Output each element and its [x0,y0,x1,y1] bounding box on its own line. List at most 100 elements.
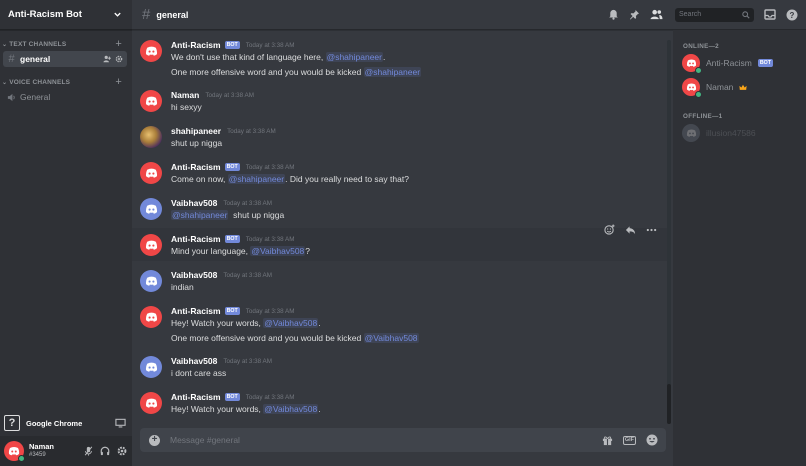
category-label: VOICE CHANNELS [9,78,71,86]
channel-general[interactable]: # general [3,51,127,67]
discord-logo-icon [145,46,157,56]
pin-icon[interactable] [629,9,640,20]
message-input[interactable]: Message #general [170,435,602,445]
avatar[interactable] [140,392,162,414]
gear-icon[interactable] [115,55,123,63]
message: Anti-Racism BOT Today at 3:38 AM Come on n… [132,159,667,189]
bot-badge: BOT [224,393,240,401]
user-mention[interactable]: @shahipaneer [325,52,383,62]
message-author[interactable]: Anti-Racism [171,40,221,50]
gif-button[interactable]: GIF [622,435,636,445]
emoji-icon[interactable] [646,434,658,446]
discord-logo-icon [8,447,20,456]
avatar[interactable] [140,270,162,292]
add-channel-icon[interactable]: + [115,77,122,88]
discord-logo-icon [145,96,157,106]
text-segment: shut up nigga [228,210,285,220]
user-mention[interactable]: @Vaibhav508 [263,404,319,414]
server-name: Anti-Racism Bot [8,9,82,20]
category-label: TEXT CHANNELS [9,40,67,48]
user-tag: #3459 [29,452,46,458]
add-channel-icon[interactable]: + [115,39,122,50]
avatar[interactable] [140,126,162,148]
message-list: Anti-Racism BOT Today at 3:38 AM We don't … [132,30,673,426]
user-mention[interactable]: @shahipaneer [171,210,229,220]
member-item[interactable]: Naman [682,78,802,98]
text-segment: . [318,404,321,414]
channel-title: general [156,9,189,20]
message-author[interactable]: Vaibhav508 [171,356,217,366]
message-author[interactable]: shahipaneer [171,126,221,136]
message-author[interactable]: Vaibhav508 [171,270,217,280]
scrollbar[interactable] [667,40,671,424]
bot-badge: BOT [224,307,240,315]
timestamp: Today at 3:38 AM [223,357,272,365]
message-author[interactable]: Anti-Racism [171,306,221,316]
text-segment: One more offensive word and you would be… [171,67,364,77]
message-composer[interactable]: + Message #general GIF [140,428,666,452]
avatar[interactable] [140,40,162,62]
user-mention[interactable]: @Vaibhav508 [250,246,306,256]
discord-logo-icon [145,362,157,372]
crown-icon [739,84,748,90]
message-author[interactable]: Vaibhav508 [171,198,217,208]
help-icon[interactable]: ? [786,9,798,21]
bell-icon[interactable] [608,9,619,20]
search-placeholder: Search [679,11,702,18]
server-header[interactable]: Anti-Racism Bot [0,0,132,30]
inbox-icon[interactable] [764,9,776,20]
message-author[interactable]: Naman [171,90,199,100]
member-item[interactable]: Anti-Racism BOT [682,54,802,74]
user-mention[interactable]: @Vaibhav508 [263,318,319,328]
category-text-channels[interactable]: ⌄ TEXT CHANNELS + [0,38,132,50]
user-mention[interactable]: @Vaibhav508 [363,333,419,343]
avatar[interactable] [140,356,162,378]
more-options-icon[interactable] [646,228,657,232]
offline-header: OFFLINE—1 [683,113,723,120]
text-segment: Hey! Watch your words, [171,404,264,414]
discord-logo-icon [686,59,696,67]
bot-badge: BOT [224,163,240,171]
username: Naman [29,442,55,451]
gift-icon[interactable] [602,435,613,446]
message-author[interactable]: Anti-Racism [171,234,221,244]
avatar[interactable] [140,198,162,220]
avatar [682,124,700,142]
reply-icon[interactable] [625,225,636,235]
avatar[interactable] [140,90,162,112]
category-voice-channels[interactable]: ⌄ VOICE CHANNELS + [0,76,132,88]
bot-badge: BOT [224,41,240,49]
text-segment: One more offensive word and you would be… [171,333,364,343]
member-list: ONLINE—2 Anti-Racism BOT Naman OFFLINE—1… [673,30,806,466]
voice-channel-general[interactable]: General [3,89,127,105]
discord-logo-icon [145,240,157,250]
search-input[interactable]: Search [675,7,754,22]
timestamp: Today at 3:38 AM [223,271,272,279]
avatar[interactable] [140,234,162,256]
scrollbar-thumb[interactable] [667,384,671,424]
mute-microphone-icon[interactable] [84,446,93,456]
text-segment: . [318,318,321,328]
members-icon[interactable] [650,9,663,20]
avatar[interactable] [4,441,25,462]
message-author[interactable]: Anti-Racism [171,162,221,172]
message: Anti-Racism BOT Today at 3:38 AM Hey! Watc… [132,303,667,349]
avatar[interactable] [140,306,162,328]
upload-plus-icon[interactable]: + [149,434,160,446]
add-reaction-icon[interactable] [604,224,615,235]
timestamp: Today at 3:38 AM [223,199,272,207]
user-mention[interactable]: @shahipaneer [363,67,422,77]
message-text: hi sexyy [171,102,202,112]
discord-logo-icon [145,312,157,322]
headphones-icon[interactable] [100,446,110,456]
timestamp: Today at 3:38 AM [245,163,295,171]
user-mention[interactable]: @shahipaneer [227,174,286,184]
gear-icon[interactable] [117,446,127,456]
message-author[interactable]: Anti-Racism [171,392,221,402]
avatar[interactable] [140,162,162,184]
channel-header: # general Search ? [132,0,806,30]
message-text: One more offensive word and you would be… [171,333,419,343]
member-item[interactable]: illusion47586 [682,124,802,142]
invite-icon[interactable] [103,55,111,63]
monitor-icon[interactable] [115,418,126,428]
